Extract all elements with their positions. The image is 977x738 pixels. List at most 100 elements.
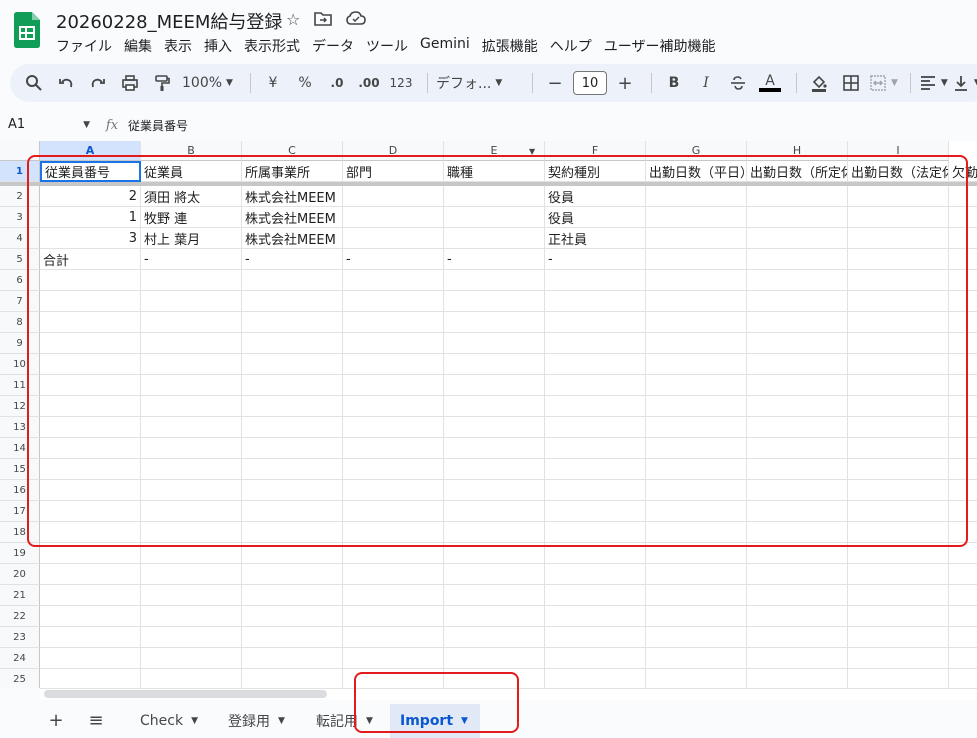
- empty-cell[interactable]: [949, 354, 977, 375]
- column-header-b[interactable]: B: [141, 141, 242, 161]
- table-cell[interactable]: [444, 186, 545, 207]
- empty-cell[interactable]: [949, 417, 977, 438]
- table-cell[interactable]: 正社員: [545, 228, 646, 249]
- header-cell[interactable]: 従業員: [141, 161, 242, 182]
- empty-cell[interactable]: [848, 228, 949, 249]
- chevron-down-icon[interactable]: ▼: [366, 716, 373, 726]
- empty-cell[interactable]: [747, 459, 848, 480]
- empty-cell[interactable]: [545, 648, 646, 669]
- cloud-status-icon[interactable]: [346, 10, 367, 31]
- star-icon[interactable]: ☆: [286, 10, 300, 31]
- table-cell[interactable]: [444, 207, 545, 228]
- percent-format-button[interactable]: %: [291, 69, 319, 97]
- empty-cell[interactable]: [747, 669, 848, 688]
- empty-cell[interactable]: [444, 354, 545, 375]
- row-header-17[interactable]: 17: [0, 501, 40, 522]
- currency-format-button[interactable]: ¥: [259, 69, 287, 97]
- empty-cell[interactable]: [747, 354, 848, 375]
- empty-cell[interactable]: [444, 375, 545, 396]
- empty-cell[interactable]: [646, 291, 747, 312]
- empty-cell[interactable]: [646, 207, 747, 228]
- empty-cell[interactable]: [444, 669, 545, 688]
- empty-cell[interactable]: [343, 480, 444, 501]
- empty-cell[interactable]: [545, 669, 646, 688]
- empty-cell[interactable]: [646, 627, 747, 648]
- chevron-down-icon[interactable]: ▼: [191, 716, 198, 726]
- empty-cell[interactable]: [545, 333, 646, 354]
- more-formats-button[interactable]: 123: [387, 69, 415, 97]
- empty-cell[interactable]: [444, 438, 545, 459]
- frozen-row-divider[interactable]: [0, 182, 977, 186]
- merge-cells-icon[interactable]: ▼: [869, 69, 898, 97]
- empty-cell[interactable]: [242, 627, 343, 648]
- empty-cell[interactable]: [747, 291, 848, 312]
- vertical-align-icon[interactable]: ▼: [952, 69, 977, 97]
- empty-cell[interactable]: [141, 543, 242, 564]
- empty-cell[interactable]: [444, 270, 545, 291]
- empty-cell[interactable]: [343, 501, 444, 522]
- empty-cell[interactable]: [141, 312, 242, 333]
- chevron-down-icon[interactable]: ▼: [461, 716, 468, 726]
- empty-cell[interactable]: [848, 669, 949, 688]
- empty-cell[interactable]: [646, 459, 747, 480]
- empty-cell[interactable]: [444, 501, 545, 522]
- table-cell[interactable]: [343, 207, 444, 228]
- table-cell[interactable]: 1: [40, 207, 141, 228]
- empty-cell[interactable]: [343, 522, 444, 543]
- empty-cell[interactable]: [545, 522, 646, 543]
- empty-cell[interactable]: [444, 585, 545, 606]
- empty-cell[interactable]: [141, 648, 242, 669]
- empty-cell[interactable]: [343, 417, 444, 438]
- empty-cell[interactable]: [848, 417, 949, 438]
- empty-cell[interactable]: [545, 417, 646, 438]
- table-cell[interactable]: [343, 186, 444, 207]
- empty-cell[interactable]: [747, 522, 848, 543]
- empty-cell[interactable]: [848, 606, 949, 627]
- header-cell[interactable]: 契約種別: [545, 161, 646, 182]
- move-folder-icon[interactable]: [314, 10, 333, 31]
- empty-cell[interactable]: [848, 501, 949, 522]
- row-header-11[interactable]: 11: [0, 375, 40, 396]
- column-header-d[interactable]: D: [343, 141, 444, 161]
- empty-cell[interactable]: [40, 354, 141, 375]
- empty-cell[interactable]: [141, 669, 242, 688]
- empty-cell[interactable]: [40, 543, 141, 564]
- empty-cell[interactable]: [646, 417, 747, 438]
- empty-cell[interactable]: [646, 249, 747, 270]
- row-header-5[interactable]: 5: [0, 249, 40, 270]
- empty-cell[interactable]: [747, 564, 848, 585]
- row-header-12[interactable]: 12: [0, 396, 40, 417]
- row-header-2[interactable]: 2: [0, 186, 40, 207]
- empty-cell[interactable]: [747, 249, 848, 270]
- empty-cell[interactable]: [545, 459, 646, 480]
- empty-cell[interactable]: [141, 480, 242, 501]
- empty-cell[interactable]: [242, 459, 343, 480]
- empty-cell[interactable]: [949, 543, 977, 564]
- empty-cell[interactable]: [949, 585, 977, 606]
- empty-cell[interactable]: [646, 564, 747, 585]
- empty-cell[interactable]: [646, 270, 747, 291]
- formula-input[interactable]: 従業員番号: [124, 117, 188, 134]
- horizontal-align-icon[interactable]: ▼: [919, 69, 948, 97]
- empty-cell[interactable]: [141, 270, 242, 291]
- empty-cell[interactable]: [242, 606, 343, 627]
- table-cell[interactable]: -: [545, 249, 646, 270]
- empty-cell[interactable]: [545, 291, 646, 312]
- empty-cell[interactable]: [747, 186, 848, 207]
- empty-cell[interactable]: [141, 438, 242, 459]
- header-cell[interactable]: 出勤日数（平日）: [646, 161, 747, 182]
- empty-cell[interactable]: [343, 648, 444, 669]
- empty-cell[interactable]: [545, 564, 646, 585]
- document-title[interactable]: 20260228_MEEM給与登録: [56, 8, 282, 34]
- empty-cell[interactable]: [646, 228, 747, 249]
- table-cell[interactable]: [444, 228, 545, 249]
- empty-cell[interactable]: [343, 354, 444, 375]
- empty-cell[interactable]: [444, 606, 545, 627]
- empty-cell[interactable]: [444, 564, 545, 585]
- empty-cell[interactable]: [444, 627, 545, 648]
- menu-gemini[interactable]: Gemini: [414, 34, 476, 58]
- empty-cell[interactable]: [545, 312, 646, 333]
- select-all-corner[interactable]: [0, 141, 40, 161]
- empty-cell[interactable]: [646, 585, 747, 606]
- empty-cell[interactable]: [848, 354, 949, 375]
